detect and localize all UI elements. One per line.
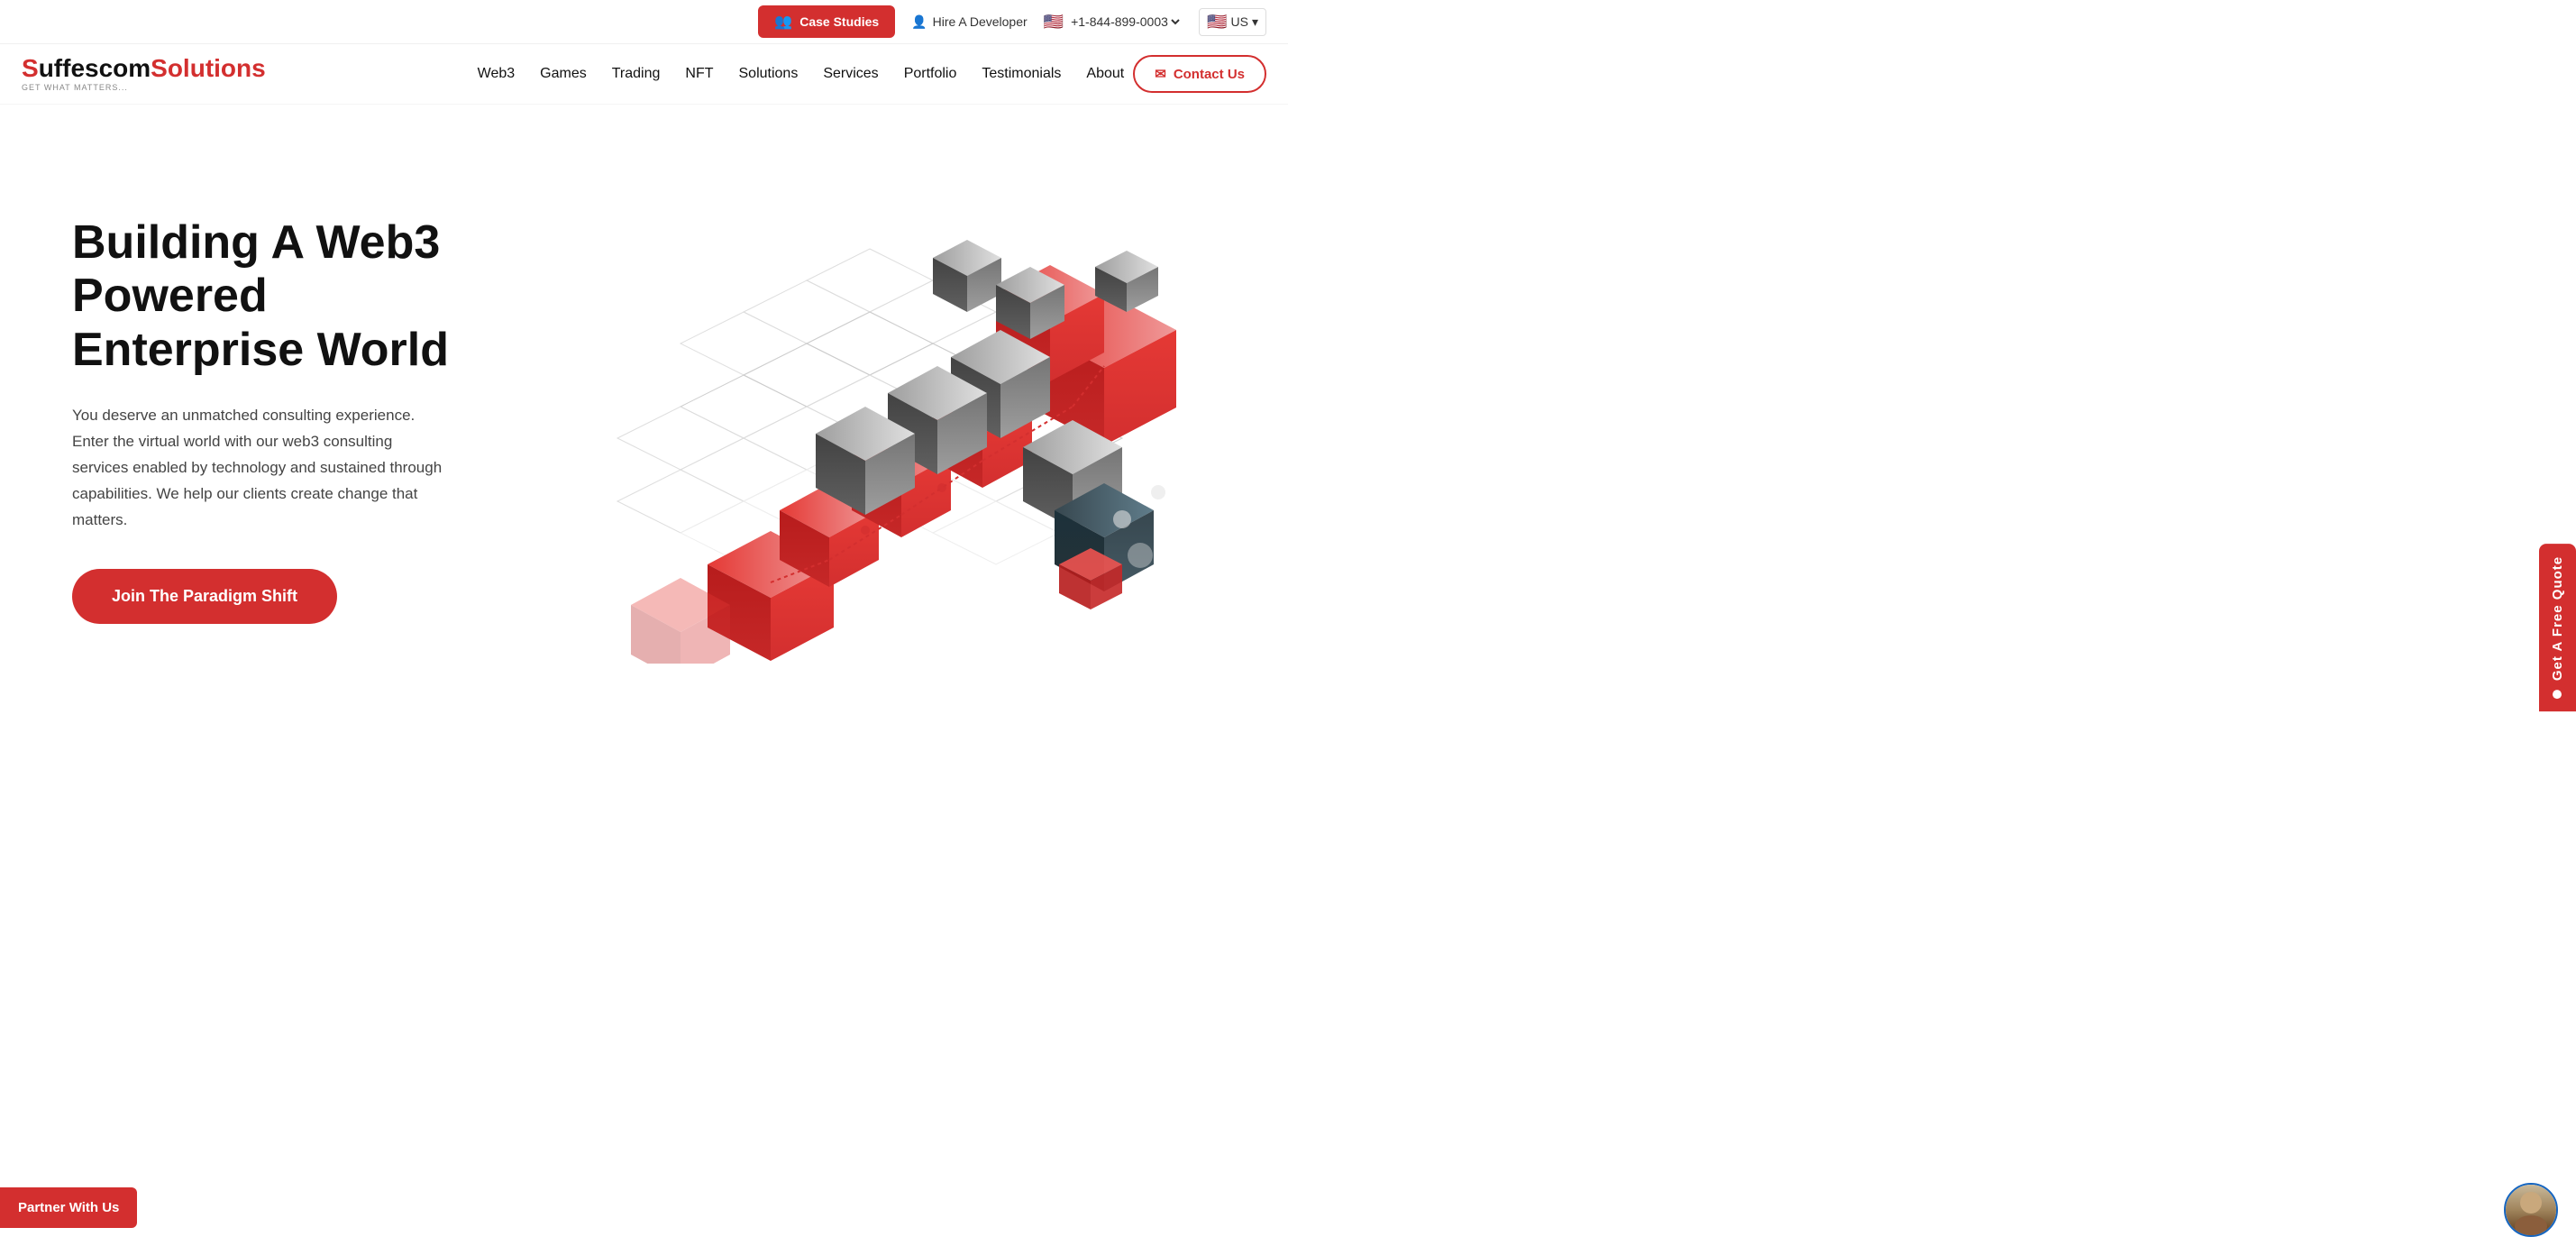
nav-item-games[interactable]: Games: [540, 66, 587, 82]
free-quote-sidebar[interactable]: Get A Free Quote: [2539, 544, 2576, 711]
hero-content: Building A Web3 Powered Enterprise World…: [72, 216, 505, 625]
nav-link-games[interactable]: Games: [540, 66, 587, 81]
nav-item-about[interactable]: About: [1086, 66, 1124, 82]
contact-icon: ✉: [1155, 66, 1166, 82]
nav-link-web3[interactable]: Web3: [478, 66, 516, 81]
chevron-down-icon: ▾: [1252, 14, 1258, 30]
nav-link-nft[interactable]: NFT: [685, 66, 713, 81]
contact-us-button[interactable]: ✉ Contact Us: [1133, 55, 1266, 93]
hero-section: Building A Web3 Powered Enterprise World…: [0, 105, 1288, 718]
contact-label: Contact Us: [1174, 67, 1245, 82]
hero-graphic: [505, 168, 1234, 673]
logo-tagline: GET WHAT MATTERS...: [22, 83, 128, 92]
case-studies-button[interactable]: 👥 Case Studies: [758, 5, 895, 38]
gray-cube-small-1: [933, 240, 1001, 312]
nav-link-trading[interactable]: Trading: [612, 66, 661, 81]
nav-link-testimonials[interactable]: Testimonials: [982, 66, 1061, 81]
nav-link-services[interactable]: Services: [823, 66, 878, 81]
case-studies-label: Case Studies: [799, 14, 879, 29]
case-studies-icon: 👥: [774, 13, 792, 31]
country-label: US: [1231, 14, 1248, 29]
nav-link-about[interactable]: About: [1086, 66, 1124, 81]
nav-item-portfolio[interactable]: Portfolio: [904, 66, 957, 82]
free-quote-label: Get A Free Quote: [2550, 556, 2565, 681]
phone-flag: 🇺🇸: [1044, 13, 1064, 32]
country-flag: 🇺🇸: [1207, 13, 1227, 32]
logo[interactable]: SuffescomSolutions GET WHAT MATTERS...: [22, 56, 266, 92]
hire-dev-user-icon: 👤: [911, 14, 927, 30]
country-selector[interactable]: 🇺🇸 US ▾: [1199, 8, 1266, 36]
nav-link-solutions[interactable]: Solutions: [739, 66, 799, 81]
hero-title: Building A Web3 Powered Enterprise World: [72, 216, 505, 378]
nav-item-nft[interactable]: NFT: [685, 66, 713, 82]
nav-item-web3[interactable]: Web3: [478, 66, 516, 82]
logo-uffescom: uffescom: [39, 54, 151, 82]
logo-s: S: [22, 54, 39, 82]
isometric-graphic: [554, 177, 1185, 664]
hire-developer-link[interactable]: 👤 Hire A Developer: [911, 14, 1028, 30]
nav-links-list: Web3 Games Trading NFT Solutions Service…: [478, 66, 1125, 82]
logo-solutions: Solutions: [151, 54, 266, 82]
nav-item-testimonials[interactable]: Testimonials: [982, 66, 1061, 82]
nav-link-portfolio[interactable]: Portfolio: [904, 66, 957, 81]
nav-item-trading[interactable]: Trading: [612, 66, 661, 82]
top-bar: 👥 Case Studies 👤 Hire A Developer 🇺🇸 +1-…: [0, 0, 1288, 44]
hire-dev-label: Hire A Developer: [933, 14, 1028, 29]
join-paradigm-shift-button[interactable]: Join The Paradigm Shift: [72, 569, 337, 624]
free-quote-dot: [2553, 690, 2562, 699]
nav-item-services[interactable]: Services: [823, 66, 878, 82]
phone-dropdown[interactable]: +1-844-899-0003: [1067, 14, 1183, 30]
free-quote-tab[interactable]: Get A Free Quote: [2539, 544, 2576, 711]
main-navigation: SuffescomSolutions GET WHAT MATTERS... W…: [0, 44, 1288, 105]
partner-with-us-button[interactable]: Partner With Us: [0, 1187, 137, 1228]
hero-description: You deserve an unmatched consulting expe…: [72, 403, 451, 533]
chat-avatar[interactable]: [2504, 1183, 2558, 1237]
phone-area[interactable]: 🇺🇸 +1-844-899-0003: [1044, 13, 1183, 32]
avatar-image: [2506, 1185, 2556, 1235]
nav-item-solutions[interactable]: Solutions: [739, 66, 799, 82]
